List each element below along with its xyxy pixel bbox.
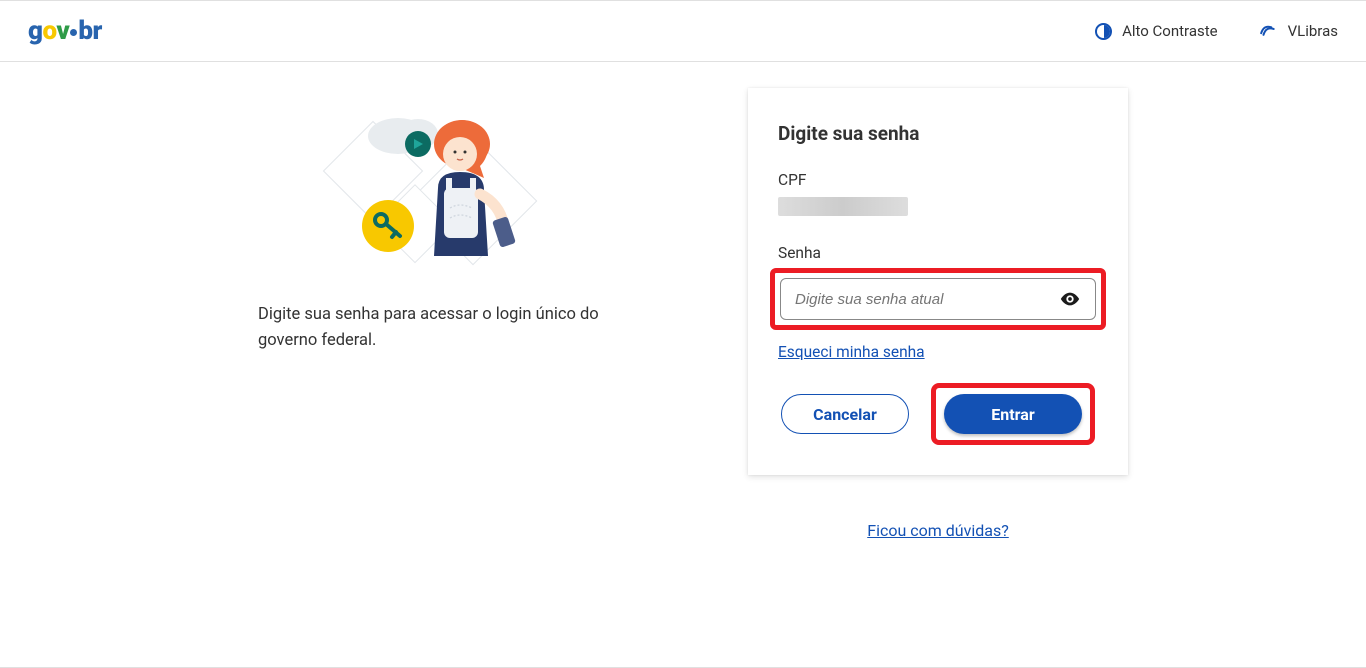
senha-label: Senha: [778, 244, 1098, 262]
card-title: Digite sua senha: [778, 122, 1098, 145]
vlibras-label: VLibras: [1288, 22, 1338, 40]
enter-button[interactable]: Entrar: [944, 394, 1082, 434]
password-input-wrap: [780, 278, 1096, 320]
cancel-button[interactable]: Cancelar: [781, 394, 909, 434]
vlibras-icon: [1256, 18, 1280, 44]
toggle-password-visibility[interactable]: [1059, 288, 1081, 310]
instruction-text: Digite sua senha para acessar o login ún…: [238, 302, 618, 353]
main-content: Digite sua senha para acessar o login ún…: [0, 62, 1366, 540]
forgot-password-link[interactable]: Esqueci minha senha: [778, 343, 925, 361]
cpf-label: CPF: [778, 171, 1098, 189]
help-link-row: Ficou com dúvidas?: [748, 521, 1128, 540]
enter-highlight-box: Entrar: [931, 383, 1095, 445]
button-row: Cancelar Entrar: [778, 383, 1098, 445]
high-contrast-toggle[interactable]: Alto Contraste: [1095, 22, 1218, 40]
cpf-value-redacted: [778, 197, 908, 216]
left-column: Digite sua senha para acessar o login ún…: [238, 88, 618, 540]
help-link[interactable]: Ficou com dúvidas?: [867, 521, 1009, 540]
right-column: Digite sua senha CPF Senha: [748, 88, 1128, 540]
vlibras-link[interactable]: VLibras: [1258, 20, 1338, 43]
contrast-icon: [1095, 23, 1112, 40]
password-highlight-box: [770, 268, 1106, 330]
header-actions: Alto Contraste VLibras: [1095, 20, 1338, 43]
illustration: [258, 102, 598, 282]
password-input[interactable]: [795, 291, 1059, 308]
eye-icon: [1059, 288, 1081, 310]
login-card: Digite sua senha CPF Senha: [748, 88, 1128, 475]
header-bar: govbr Alto Contraste VLibras: [0, 0, 1366, 62]
govbr-logo[interactable]: govbr: [28, 16, 102, 46]
password-section: Senha: [778, 244, 1098, 330]
high-contrast-label: Alto Contraste: [1122, 22, 1218, 40]
